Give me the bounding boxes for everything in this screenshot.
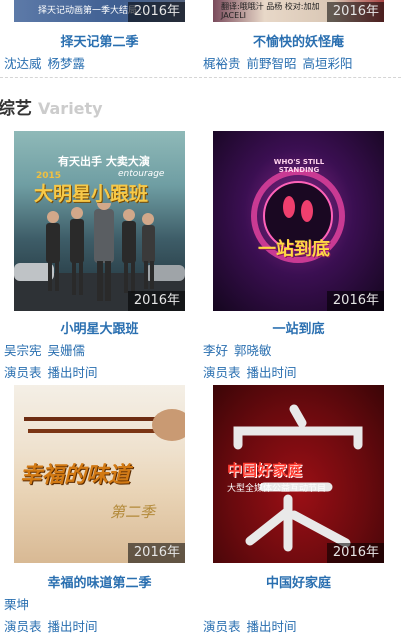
cast-link[interactable]: 沈达威 [4,56,42,71]
year-badge: 2016年 [127,291,185,311]
year-badge: 2016年 [127,2,185,22]
cast-list: 栗坤 [4,594,35,613]
show-title-link[interactable]: 幸福的味道第二季 [14,572,185,591]
section-divider [0,77,401,78]
poster-chopsticks [24,409,185,441]
cast-list: 吴宗宪 吴姗儒 [4,340,91,359]
cast-list: 沈达威 杨梦露 [4,53,91,72]
poster-yizhandaodi[interactable]: WHO'S STILL STANDING 一站到底 2016年 [213,131,384,311]
cast-link[interactable]: 栗坤 [4,597,29,612]
cast-link[interactable]: 杨梦露 [48,56,86,71]
airtime-link[interactable]: 播出时间 [247,619,297,634]
poster-subtitle: 大型全媒体公益互动节目 [227,484,327,494]
show-title-link[interactable]: 小明星大跟班 [14,318,185,337]
show-title-link[interactable]: 中国好家庭 [213,572,384,591]
info-links: 演员表 播出时间 [203,362,303,381]
poster-top-right[interactable]: 翻译:哦哦汁 品杨 校对:加加 JACELI 2016年 [213,0,384,22]
cast-list: 李好 郭晓敏 [203,340,278,359]
poster-ring-text: WHO'S STILL STANDING [273,158,325,174]
info-links: 演员表 播出时间 [203,616,303,635]
cast-link[interactable]: 郭晓敏 [234,343,272,358]
year-badge: 2016年 [326,2,384,22]
show-title-link[interactable]: 不愉快的妖怪庵 [213,31,384,50]
airtime-link[interactable]: 播出时间 [48,365,98,380]
poster-name: 大明星小跟班 [34,183,149,205]
info-links: 演员表 播出时间 [4,616,104,635]
poster-top-left[interactable]: 择天记动画第一季大结局 ... 2016年 [14,0,185,22]
poster-caption: 翻译:哦哦汁 品杨 校对:加加 JACELI [221,2,320,20]
poster-name: 一站到底 [258,239,330,260]
cast-table-link[interactable]: 演员表 [203,365,241,380]
poster-brand: entourage [118,169,165,179]
year-badge: 2016年 [127,543,185,563]
cast-link[interactable]: 吴宗宪 [4,343,42,358]
poster-season: 第二季 [110,503,156,521]
cast-table-link[interactable]: 演员表 [4,619,42,634]
poster-name: 中国好家庭 [227,461,303,479]
poster-xingfu[interactable]: 幸福的味道 第二季 2016年 [14,385,185,563]
info-links: 演员表 播出时间 [4,362,104,381]
cast-link[interactable]: 梶裕贵 [203,56,241,71]
cast-list: 梶裕贵 前野智昭 高垣彩阳 [203,53,359,72]
cast-table-link[interactable]: 演员表 [203,619,241,634]
show-title-link[interactable]: 择天记第二季 [14,31,185,50]
year-badge: 2016年 [326,543,384,563]
poster-slogan: 有天出手 大卖大演 [58,155,150,168]
year-badge: 2016年 [326,291,384,311]
section-subtitle: Variety [38,99,103,118]
airtime-link[interactable]: 播出时间 [247,365,297,380]
section-title: 综艺 [0,99,32,119]
section-heading: 综艺 Variety [0,94,103,119]
cast-table-link[interactable]: 演员表 [4,365,42,380]
airtime-link[interactable]: 播出时间 [48,619,98,634]
show-title-link[interactable]: 一站到底 [213,318,384,337]
poster-name: 幸福的味道 [20,463,131,488]
cast-link[interactable]: 吴姗儒 [48,343,86,358]
poster-xiaomingxing[interactable]: 有天出手 大卖大演 2015 entourage 大明星小跟班 2016年 [14,131,185,311]
cast-link[interactable]: 前野智昭 [247,56,297,71]
poster-zhongguohaojiating[interactable]: 中国好家庭 大型全媒体公益互动节目 2016年 [213,385,384,563]
cast-link[interactable]: 高垣彩阳 [303,56,353,71]
cast-link[interactable]: 李好 [203,343,228,358]
